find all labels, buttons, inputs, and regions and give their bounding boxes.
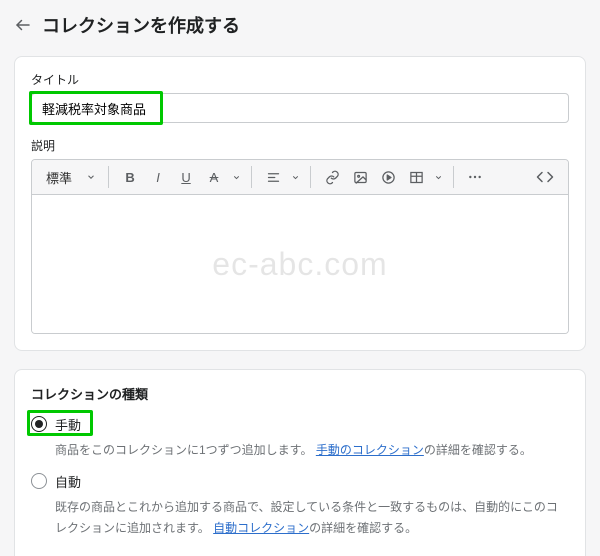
radio-manual-input[interactable] xyxy=(31,416,47,432)
editor-toolbar: 標準 B I U A xyxy=(32,160,568,195)
title-input[interactable] xyxy=(31,93,569,123)
collection-type-title: コレクションの種類 xyxy=(31,384,569,403)
page-title: コレクションを作成する xyxy=(42,12,240,38)
code-view-button[interactable] xyxy=(532,164,558,190)
toolbar-separator xyxy=(453,166,454,188)
collection-form-card: タイトル 説明 標準 B I U A xyxy=(14,56,586,351)
radio-manual-label: 手動 xyxy=(55,415,81,434)
manual-desc-before: 商品をこのコレクションに1つずつ追加します。 xyxy=(55,443,312,457)
align-button[interactable] xyxy=(260,164,286,190)
table-button[interactable] xyxy=(403,164,429,190)
manual-collection-link[interactable]: 手動のコレクション xyxy=(316,443,424,457)
watermark-text: ec-abc.com xyxy=(32,195,568,333)
radio-auto-description: 既存の商品とこれから追加する商品で、設定している条件と一致するものは、自動的にこ… xyxy=(55,497,569,538)
description-label: 説明 xyxy=(31,137,569,154)
italic-button[interactable]: I xyxy=(145,164,171,190)
strikethrough-button[interactable]: A xyxy=(201,164,227,190)
link-button[interactable] xyxy=(319,164,345,190)
title-label: タイトル xyxy=(31,71,569,88)
chevron-down-icon xyxy=(86,172,96,182)
underline-button[interactable]: U xyxy=(173,164,199,190)
radio-auto-label: 自動 xyxy=(55,472,81,491)
paragraph-style-label: 標準 xyxy=(46,168,72,187)
image-button[interactable] xyxy=(347,164,373,190)
editor-content[interactable]: ec-abc.com xyxy=(32,195,568,333)
auto-collection-link[interactable]: 自動コレクション xyxy=(213,521,309,535)
back-arrow-icon[interactable] xyxy=(14,16,32,34)
toolbar-separator xyxy=(310,166,311,188)
toolbar-separator xyxy=(251,166,252,188)
radio-auto[interactable]: 自動 xyxy=(31,472,569,491)
paragraph-style-select[interactable]: 標準 xyxy=(38,164,104,190)
text-style-more-icon[interactable] xyxy=(229,164,243,190)
toolbar-separator xyxy=(108,166,109,188)
video-button[interactable] xyxy=(375,164,401,190)
rich-text-editor: 標準 B I U A xyxy=(31,159,569,334)
insert-more-icon[interactable] xyxy=(431,164,445,190)
collection-type-card: コレクションの種類 手動 商品をこのコレクションに1つずつ追加します。 手動のコ… xyxy=(14,369,586,556)
radio-manual-description: 商品をこのコレクションに1つずつ追加します。 手動のコレクションの詳細を確認する… xyxy=(55,440,569,460)
auto-desc-after: の詳細を確認する。 xyxy=(309,521,417,535)
manual-desc-after: の詳細を確認する。 xyxy=(424,443,532,457)
radio-manual[interactable]: 手動 xyxy=(31,415,569,434)
more-actions-button[interactable] xyxy=(462,164,488,190)
radio-auto-input[interactable] xyxy=(31,473,47,489)
bold-button[interactable]: B xyxy=(117,164,143,190)
align-more-icon[interactable] xyxy=(288,164,302,190)
